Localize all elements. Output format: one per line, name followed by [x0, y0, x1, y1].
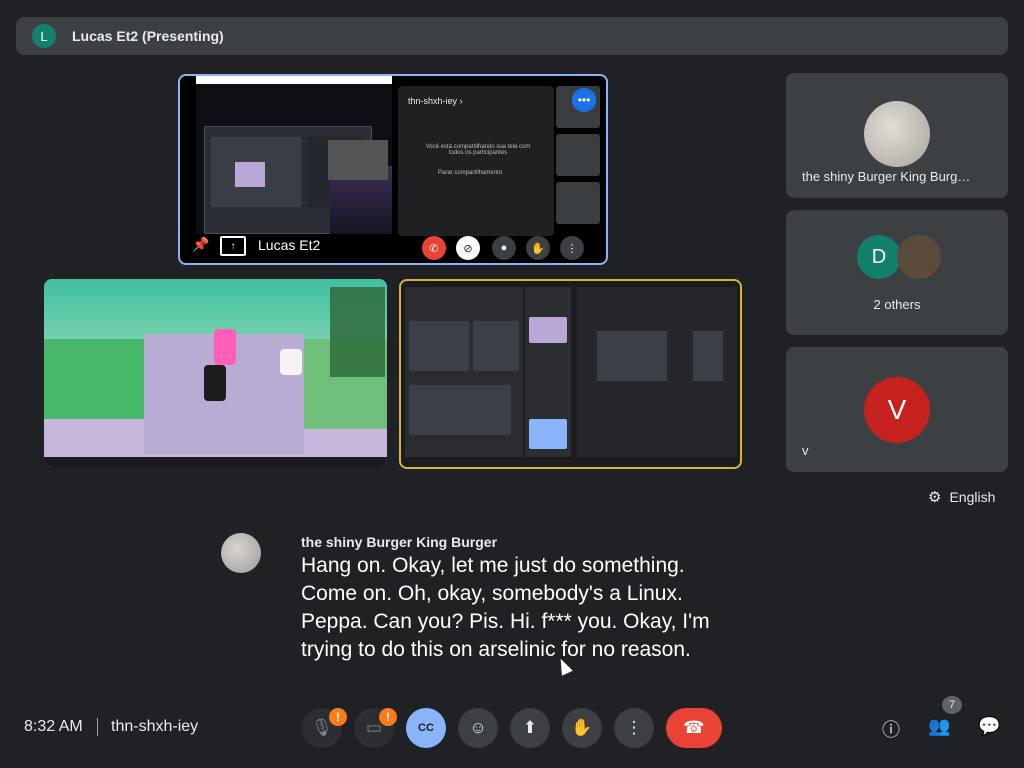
presenter-name-label: Lucas Et2 [258, 237, 321, 253]
caption-line: trying to do this on arselinic for no re… [301, 638, 691, 661]
screen-block [529, 317, 567, 343]
mic-icon: ● [492, 236, 516, 260]
screen-block [597, 331, 667, 381]
caption-line: Hang on. Okay, let me just do something. [301, 554, 685, 577]
game-panel [330, 287, 385, 377]
camera-off-icon: ⊘ [456, 236, 480, 260]
present-screen-icon: ↑ [220, 236, 246, 256]
speaker-avatar [221, 533, 261, 573]
inner-meeting-code: thn-shxh-iey › [408, 96, 463, 106]
camera-warning-icon: ! [379, 708, 397, 726]
game-grass-left [44, 339, 154, 419]
caption-speaker-name: the shiny Burger King Burger [301, 534, 498, 550]
participant-tile[interactable]: D 2 others [786, 210, 1008, 335]
present-icon: ⬆ [522, 718, 538, 737]
people-icon[interactable]: 👥 [928, 716, 950, 737]
inner-stop-sharing-label: Parar compartilhamento [438, 170, 503, 176]
presentation-tile[interactable]: thn-shxh-iey › Você está compartilhando … [178, 74, 608, 265]
presenting-banner: L Lucas Et2 (Presenting) [16, 17, 1008, 55]
screen-block [409, 321, 469, 371]
reactions-button[interactable]: ☺ [458, 708, 498, 748]
divider [97, 718, 98, 736]
game-character [204, 365, 226, 401]
hand-icon: ✋ [571, 718, 593, 737]
participant-tile[interactable]: the shiny Burger King Burg… [786, 73, 1008, 198]
screen-block [529, 419, 567, 449]
participant-photo [864, 101, 930, 167]
participant-avatar: V [864, 377, 930, 443]
caption-text: Hang on. Okay, let me just do something.… [301, 552, 781, 664]
info-icon[interactable]: ⓘ [882, 716, 900, 742]
webcam-preview [328, 140, 388, 180]
raise-hand-button[interactable]: ✋ [562, 708, 602, 748]
screen-bar [196, 76, 392, 84]
present-button[interactable]: ⬆ [510, 708, 550, 748]
end-call-icon: ☎ [683, 718, 705, 737]
presenting-title: Lucas Et2 (Presenting) [72, 28, 224, 44]
participant-name: v [802, 443, 809, 458]
screen-block [693, 331, 723, 381]
meeting-code: thn-shxh-iey [111, 718, 199, 735]
more-vert-icon: ⋮ [625, 718, 643, 737]
clock: 8:32 AM [24, 718, 83, 735]
participant-name: the shiny Burger King Burg… [802, 169, 971, 184]
game-screen-tile[interactable] [44, 279, 387, 467]
participant-photo [897, 235, 941, 279]
leave-call-button[interactable]: ☎ [666, 708, 722, 748]
participant-tile[interactable]: V v [786, 347, 1008, 472]
chat-icon[interactable]: 💬 [978, 716, 1000, 737]
end-call-icon: ✆ [422, 236, 446, 260]
more-dots-icon[interactable]: ••• [572, 88, 596, 112]
pin-icon[interactable]: 📌 [192, 236, 209, 253]
caption-language-label: English [949, 489, 996, 505]
hand-icon: ✋ [526, 236, 550, 260]
game-taskbar [44, 457, 387, 467]
emoji-icon: ☺ [469, 718, 487, 737]
shared-phone-screen: thn-shxh-iey › Você está compartilhando … [398, 86, 554, 236]
caption-line: Come on. Oh, okay, somebody's a Linux. [301, 582, 683, 605]
more-options-button[interactable]: ⋮ [614, 708, 654, 748]
screen-block [409, 385, 511, 435]
inner-sharing-message: Você está compartilhando sua tela com to… [425, 144, 531, 156]
more-vert-icon: ⋮ [560, 236, 584, 260]
presenter-avatar: L [32, 24, 56, 48]
cc-icon: CC [418, 722, 434, 734]
game-character [280, 349, 302, 375]
caption-line: Peppa. Can you? Pis. Hi. f*** you. Okay,… [301, 610, 710, 633]
participant-name: 2 others [873, 297, 921, 312]
screen-block [473, 321, 519, 371]
game-character [214, 329, 236, 365]
participant-avatar: D [857, 235, 901, 279]
caption-language-button[interactable]: ⚙ English [928, 488, 995, 506]
mic-warning-icon: ! [329, 708, 347, 726]
gear-icon: ⚙ [928, 489, 942, 506]
captions-button[interactable]: CC [406, 708, 446, 748]
nested-screen-tile[interactable] [399, 279, 742, 469]
people-count-badge: 7 [942, 696, 962, 714]
